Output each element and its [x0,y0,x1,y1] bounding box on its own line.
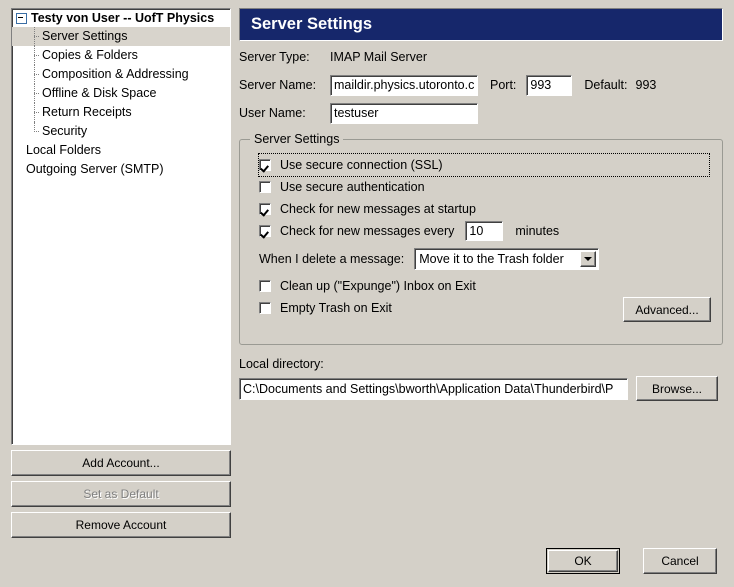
server-name-value: maildir.physics.utoronto.c [334,78,475,92]
checkbox-row-secure-auth[interactable]: Use secure authentication [259,176,712,198]
sidebar-item-return-receipts[interactable]: Return Receipts [12,103,230,122]
sidebar-item-label: Local Folders [26,143,102,157]
server-name-row: Server Name: maildir.physics.utoronto.c … [239,73,723,97]
port-input[interactable]: 993 [526,74,573,96]
checkbox-label: Use secure connection (SSL) [280,158,443,172]
ok-label: OK [548,550,618,572]
cancel-label: Cancel [661,554,699,568]
groupbox-legend: Server Settings [250,132,344,146]
page-title: Server Settings [251,15,373,33]
browse-button[interactable]: Browse... [636,376,718,401]
sidebar-item-label: Copies & Folders [42,48,138,62]
interval-unit-label: minutes [515,224,560,238]
set-as-default-label: Set as Default [83,487,159,501]
checkbox-icon-unchecked[interactable] [259,302,271,314]
local-directory-label: Local directory: [239,357,324,371]
server-name-label: Server Name: [239,78,317,92]
server-type-row: Server Type: IMAP Mail Server [239,45,723,69]
local-directory-value: C:\Documents and Settings\bworth\Applica… [243,381,614,396]
add-account-button[interactable]: Add Account... [11,450,231,476]
sidebar-item-local-folders[interactable]: Local Folders [12,141,230,160]
sidebar-item-label: Composition & Addressing [42,67,189,81]
check-interval-input[interactable]: 10 [465,221,504,241]
default-port-value: 993 [635,78,657,92]
checkbox-row-check-interval[interactable]: Check for new messages every 10 minutes [259,220,712,242]
sidebar-item-security[interactable]: Security [12,122,230,141]
checkbox-icon-checked[interactable] [259,159,271,171]
sidebar-item-label: Offline & Disk Space [42,86,157,100]
default-port-label: Default: [584,78,628,92]
server-type-value: IMAP Mail Server [330,50,428,64]
collapse-expander-icon[interactable] [16,12,27,24]
panel-header: Server Settings [239,8,723,41]
server-settings-groupbox: Server Settings Use secure connection (S… [239,132,723,345]
server-type-label: Server Type: [239,50,310,64]
advanced-button[interactable]: Advanced... [623,297,711,322]
remove-account-button[interactable]: Remove Account [11,512,231,538]
checkbox-icon-unchecked[interactable] [259,181,271,193]
settings-panel: Server Settings Server Type: IMAP Mail S… [239,8,723,401]
checkbox-label: Use secure authentication [280,180,425,194]
checkbox-row-use-ssl[interactable]: Use secure connection (SSL) [258,153,710,177]
checkbox-label: Empty Trash on Exit [280,301,392,315]
tree-root-account[interactable]: Testy von User -- UofT Physics [12,9,230,27]
local-directory-input[interactable]: C:\Documents and Settings\bworth\Applica… [239,377,628,400]
sidebar-item-copies-folders[interactable]: Copies & Folders [12,46,230,65]
delete-message-selected-value: Move it to the Trash folder [419,252,564,266]
delete-message-row: When I delete a message: Move it to the … [259,246,712,272]
sidebar-item-label: Security [42,124,88,138]
local-directory-row: C:\Documents and Settings\bworth\Applica… [239,376,723,401]
checkbox-row-expunge-on-exit[interactable]: Clean up ("Expunge") Inbox on Exit [259,275,712,297]
account-tree[interactable]: Testy von User -- UofT Physics Server Se… [11,8,231,445]
add-account-label: Add Account... [82,456,160,470]
check-interval-value: 10 [469,224,484,238]
port-label: Port: [490,78,517,92]
delete-message-select[interactable]: Move it to the Trash folder [414,248,600,270]
user-name-input[interactable]: testuser [330,102,478,124]
user-name-row: User Name: testuser [239,101,723,125]
user-name-label: User Name: [239,106,306,120]
remove-account-label: Remove Account [75,518,167,532]
sidebar-item-label: Outgoing Server (SMTP) [26,162,164,176]
checkbox-label: Check for new messages at startup [280,202,476,216]
checkbox-label: Clean up ("Expunge") Inbox on Exit [280,279,476,293]
tree-root-label: Testy von User -- UofT Physics [31,11,215,25]
browse-label: Browse... [651,381,702,396]
user-name-value: testuser [334,106,379,120]
checkbox-icon-checked[interactable] [259,225,271,237]
server-name-input[interactable]: maildir.physics.utoronto.c [330,74,478,96]
sidebar-item-label: Server Settings [42,29,128,43]
checkbox-icon-unchecked[interactable] [259,280,271,292]
checkbox-row-check-at-startup[interactable]: Check for new messages at startup [259,198,712,220]
ok-button[interactable]: OK [546,548,620,574]
sidebar-item-server-settings[interactable]: Server Settings [12,27,230,46]
set-as-default-button: Set as Default [11,481,231,507]
sidebar-item-outgoing-server-smtp[interactable]: Outgoing Server (SMTP) [12,160,230,179]
sidebar-item-label: Return Receipts [42,105,132,119]
advanced-label: Advanced... [635,302,699,317]
checkbox-icon-checked[interactable] [259,203,271,215]
delete-message-label: When I delete a message: [259,252,405,266]
chevron-down-icon[interactable] [580,251,597,267]
accounts-column: Testy von User -- UofT Physics Server Se… [11,8,231,538]
sidebar-item-offline-disk-space[interactable]: Offline & Disk Space [12,84,230,103]
port-value: 993 [530,78,552,92]
cancel-button[interactable]: Cancel [643,548,717,574]
checkbox-label: Check for new messages every [280,224,455,238]
sidebar-item-composition-addressing[interactable]: Composition & Addressing [12,65,230,84]
